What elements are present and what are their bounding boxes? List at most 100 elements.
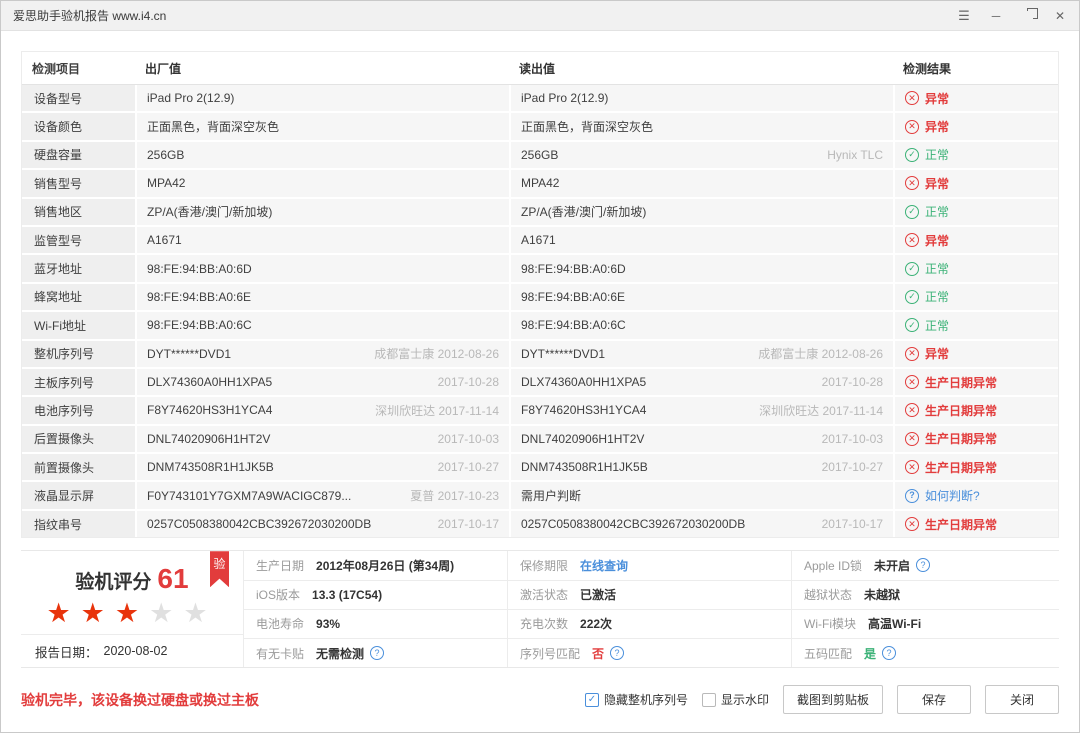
footer-bar: 验机完毕，该设备换过硬盘或换过主板 ✓隐藏整机序列号显示水印截图到剪贴板保存关闭 [1, 685, 1079, 714]
row-read-cell: 0257C0508380042CBC392672030200DB2017-10-… [509, 511, 893, 537]
screenshot-clipboard-button[interactable]: 截图到剪贴板 [783, 685, 883, 714]
result-status: ✕生产日期异常 [905, 516, 997, 533]
row-factory-cell: 0257C0508380042CBC392672030200DB2017-10-… [135, 511, 509, 537]
read-note: Hynix TLC [827, 148, 883, 162]
table-row: 硬盘容量256GB256GBHynix TLC✓正常 [22, 142, 1058, 170]
success-icon: ✓ [905, 148, 919, 162]
result-status: ✕生产日期异常 [905, 402, 997, 419]
summary-column-1: 生产日期2012年08月26日 (第34周)iOS版本13.3 (17C54)电… [243, 551, 507, 667]
row-read-cell: 需用户判断 [509, 482, 893, 508]
read-value: 256GB [521, 148, 819, 162]
restore-glyph [1024, 11, 1033, 20]
row-result-cell: ✓正常 [893, 284, 1058, 310]
window-title: 爱思助手验机报告 www.i4.cn [13, 7, 957, 24]
result-status: ✕生产日期异常 [905, 430, 997, 447]
row-item-label: 主板序列号 [22, 369, 135, 395]
summary-value: 222次 [580, 615, 612, 632]
summary-row: 保修期限在线查询 [508, 551, 791, 580]
show-watermark-checkbox[interactable]: 显示水印 [702, 691, 769, 708]
result-status: ✕生产日期异常 [905, 374, 997, 391]
row-factory-cell: 98:FE:94:BB:A0:6E [135, 284, 509, 310]
help-question-icon[interactable]: ? [370, 646, 384, 660]
close-icon[interactable]: ✕ [1053, 9, 1067, 23]
row-item-label: 后置摄像头 [22, 426, 135, 452]
save-button[interactable]: 保存 [897, 685, 971, 714]
row-read-cell: DNL74020906H1HT2V2017-10-03 [509, 426, 893, 452]
score-line: 验机评分61 [21, 563, 243, 595]
header-item: 检测项目 [22, 52, 135, 84]
help-question-icon[interactable]: ? [916, 558, 930, 572]
star-icon: ★ [115, 598, 149, 628]
summary-label: 保修期限 [520, 557, 568, 574]
result-status: ✕异常 [905, 90, 949, 107]
row-result-cell: ✕异常 [893, 227, 1058, 253]
result-label: 正常 [925, 317, 949, 334]
star-icon: ★ [46, 598, 80, 628]
read-value: F8Y74620HS3H1YCA4 [521, 403, 751, 417]
summary-row: 越狱状态未越狱 [792, 581, 1059, 610]
row-factory-cell: 98:FE:94:BB:A0:6C [135, 312, 509, 338]
table-body: 设备型号iPad Pro 2(12.9)iPad Pro 2(12.9)✕异常设… [22, 85, 1058, 537]
star-rating: ★★★★★ [21, 597, 243, 629]
summary-label: 电池寿命 [256, 615, 304, 632]
row-read-cell: DNM743508R1H1JK5B2017-10-27 [509, 454, 893, 480]
row-factory-cell: 98:FE:94:BB:A0:6D [135, 255, 509, 281]
result-status: ✓正常 [905, 288, 949, 305]
header-factory: 出厂值 [135, 52, 509, 84]
menu-icon[interactable]: ☰ [957, 9, 971, 23]
table-row: 蜂窝地址98:FE:94:BB:A0:6E98:FE:94:BB:A0:6E✓正… [22, 284, 1058, 312]
summary-value: 无需检测 [316, 645, 364, 662]
row-item-label: 销售地区 [22, 199, 135, 225]
read-value: 98:FE:94:BB:A0:6D [521, 262, 883, 276]
table-row: 设备型号iPad Pro 2(12.9)iPad Pro 2(12.9)✕异常 [22, 85, 1058, 113]
result-status: ✓正常 [905, 260, 949, 277]
row-result-cell: ✓正常 [893, 255, 1058, 281]
close-button[interactable]: 关闭 [985, 685, 1059, 714]
summary-row: iOS版本13.3 (17C54) [244, 581, 507, 610]
header-read: 读出值 [509, 52, 893, 84]
help-question-icon[interactable]: ? [882, 646, 896, 660]
summary-label: iOS版本 [256, 586, 300, 603]
row-factory-cell: 正面黑色，背面深空灰色 [135, 113, 509, 139]
row-factory-cell: DYT******DVD1成都富士康 2012-08-26 [135, 341, 509, 367]
row-result-cell: ✓正常 [893, 199, 1058, 225]
minimize-icon[interactable]: ─ [989, 9, 1003, 23]
summary-label: 充电次数 [520, 615, 568, 632]
summary-value[interactable]: 在线查询 [580, 557, 628, 574]
row-item-label: 设备型号 [22, 85, 135, 111]
row-result-cell: ✕ 异常 [893, 170, 1058, 196]
read-note: 成都富士康 2012-08-26 [758, 345, 883, 362]
summary-value: 未越狱 [864, 586, 900, 603]
factory-value: F8Y74620HS3H1YCA4 [147, 403, 367, 417]
footer-controls: ✓隐藏整机序列号显示水印截图到剪贴板保存关闭 [585, 685, 1059, 714]
row-read-cell: 正面黑色，背面深空灰色 [509, 113, 893, 139]
result-label[interactable]: 如何判断? [925, 487, 980, 504]
read-value: 98:FE:94:BB:A0:6C [521, 318, 883, 332]
factory-note: 深圳欣旺达 2017-11-14 [375, 402, 499, 419]
summary-value: 已激活 [580, 586, 616, 603]
error-icon: ✕ [905, 460, 919, 474]
factory-value: F0Y743101Y7GXM7A9WACIGC879... [147, 489, 402, 503]
row-item-label: 整机序列号 [22, 341, 135, 367]
result-label: 异常 [925, 175, 949, 192]
result-label: 生产日期异常 [925, 459, 997, 476]
error-icon: ✕ [905, 176, 919, 190]
help-question-icon[interactable]: ? [610, 646, 624, 660]
table-row: 设备颜色正面黑色，背面深空灰色正面黑色，背面深空灰色✕异常 [22, 113, 1058, 141]
row-factory-cell: A1671 [135, 227, 509, 253]
summary-row: Wi-Fi模块高温Wi-Fi [792, 610, 1059, 639]
summary-column-2: 保修期限在线查询激活状态已激活充电次数222次序列号匹配否? [507, 551, 791, 667]
row-factory-cell: DLX74360A0HH1XPA52017-10-28 [135, 369, 509, 395]
row-read-cell: DYT******DVD1成都富士康 2012-08-26 [509, 341, 893, 367]
row-item-label: 蜂窝地址 [22, 284, 135, 310]
factory-value: A1671 [147, 233, 499, 247]
restore-icon[interactable] [1021, 9, 1035, 23]
result-status: ✕ 生产日期异常 [905, 459, 997, 476]
hide-serial-checkbox[interactable]: ✓隐藏整机序列号 [585, 691, 688, 708]
row-factory-cell: F0Y743101Y7GXM7A9WACIGC879...夏普 2017-10-… [135, 482, 509, 508]
table-row: 整机序列号DYT******DVD1成都富士康 2012-08-26DYT***… [22, 341, 1058, 369]
summary-value: 未开启 [874, 557, 910, 574]
row-item-label: 指纹串号 [22, 511, 135, 537]
inspection-table: 检测项目 出厂值 读出值 检测结果 设备型号iPad Pro 2(12.9)iP… [21, 51, 1059, 538]
row-read-cell: 98:FE:94:BB:A0:6D [509, 255, 893, 281]
